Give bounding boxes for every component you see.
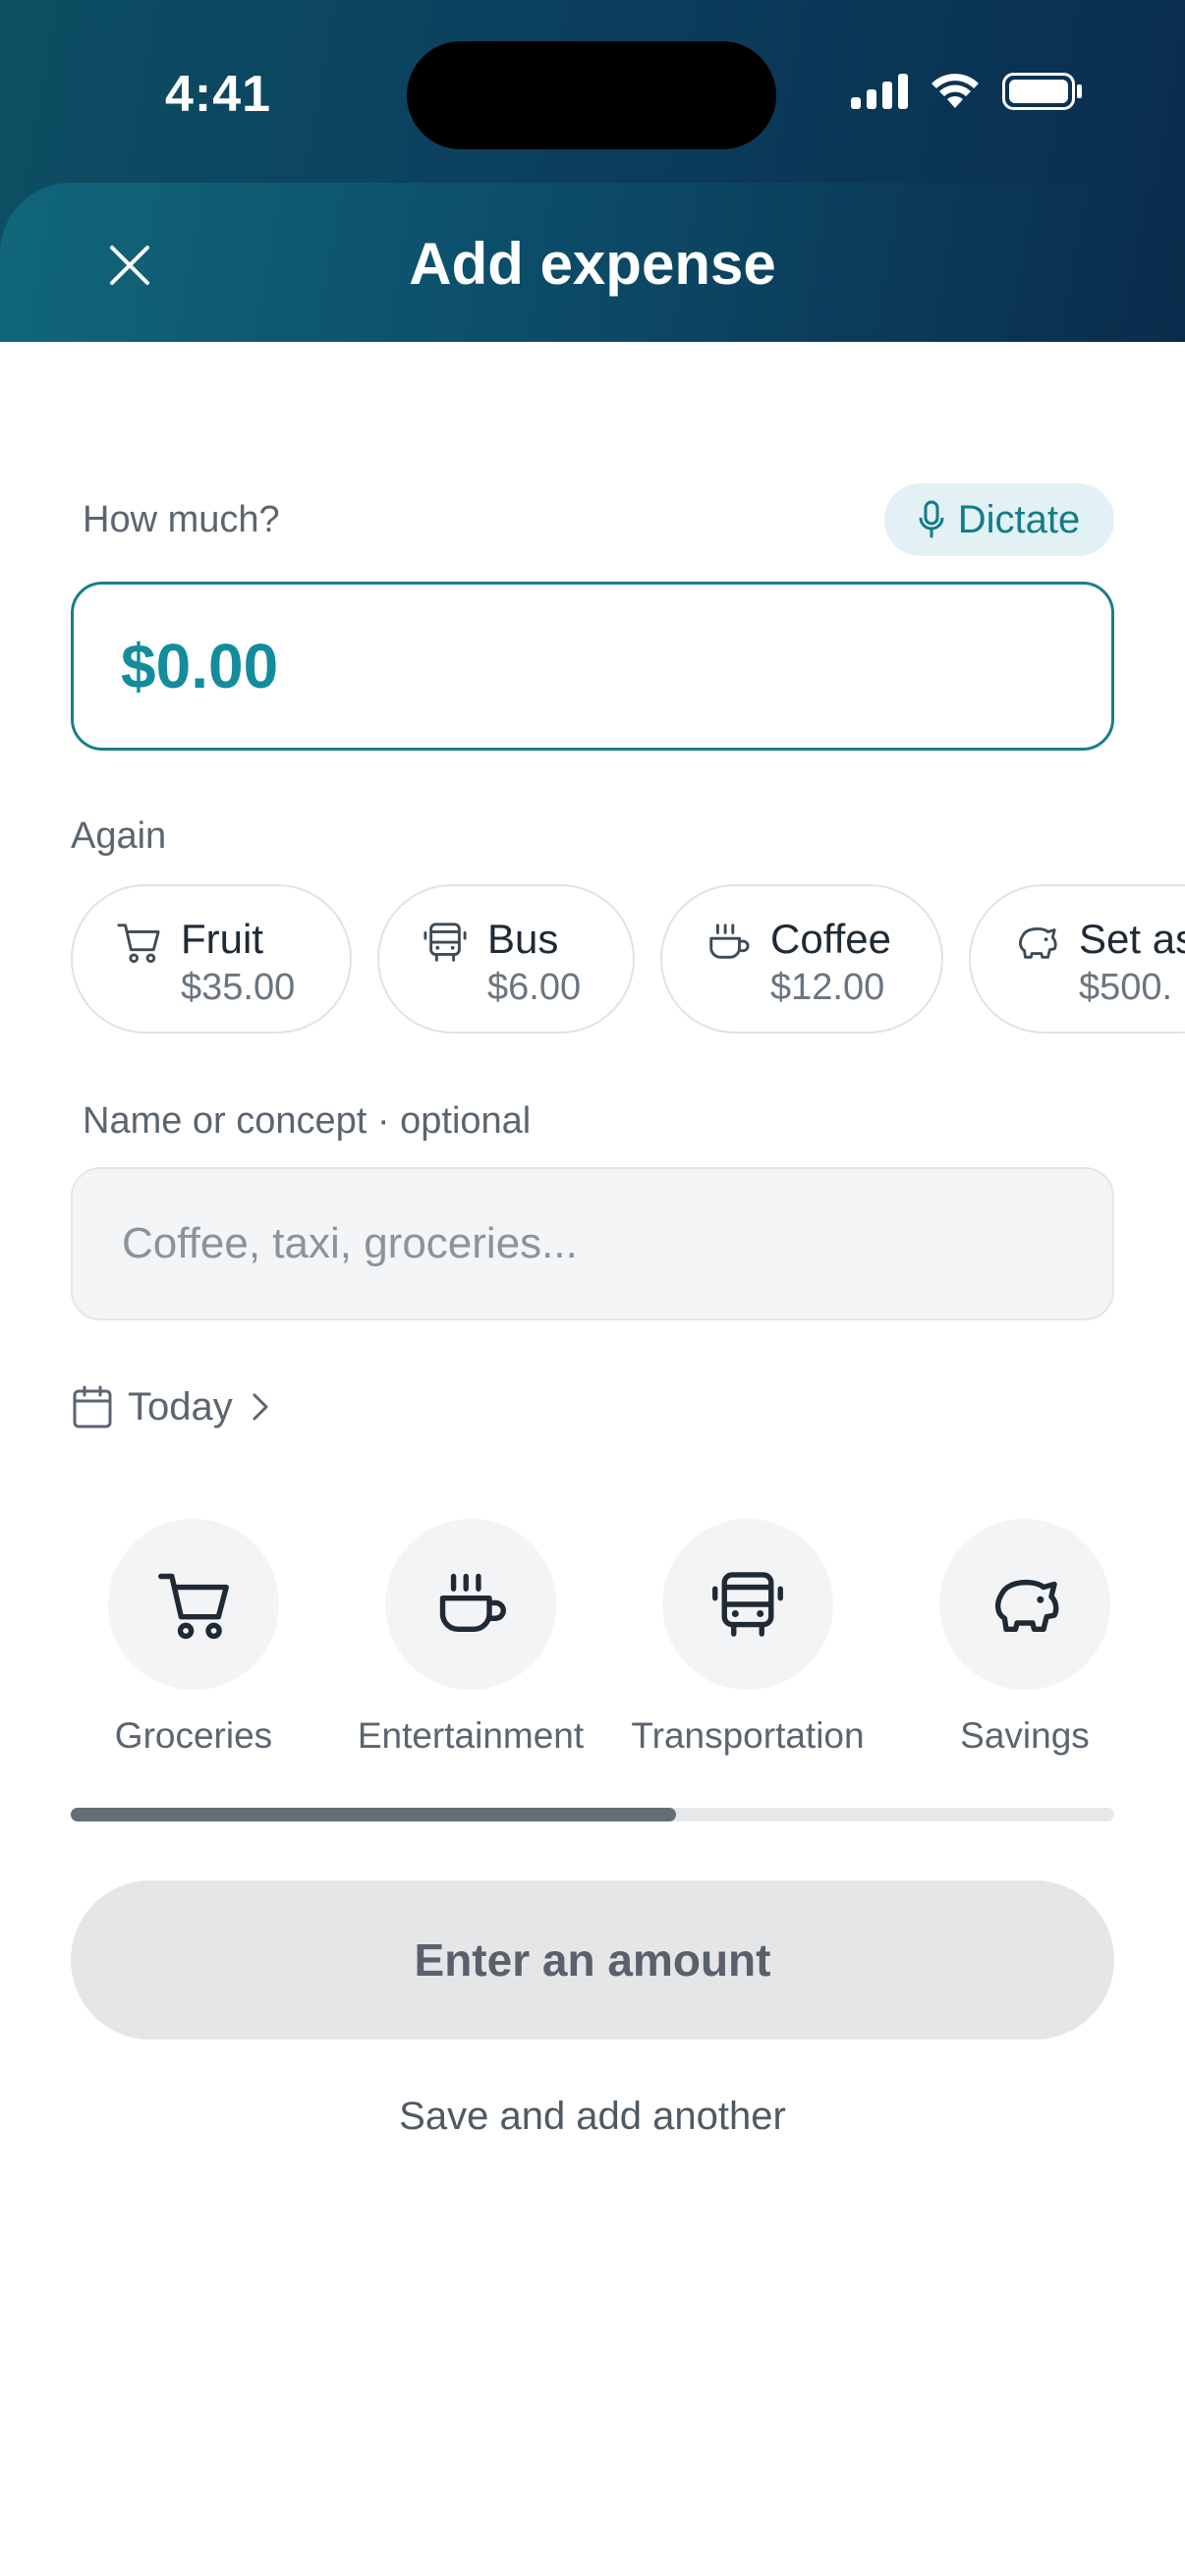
quick-chip-fruit[interactable]: Fruit $35.00 xyxy=(71,884,352,1034)
amount-label: How much? xyxy=(83,499,280,540)
calendar-icon xyxy=(73,1385,112,1428)
dictate-label: Dictate xyxy=(957,497,1081,541)
add-expense-screen: 4:41 Add expense How much? Dictate $0.00… xyxy=(0,0,1185,2576)
cart-icon xyxy=(117,924,160,964)
name-input[interactable]: Coffee, taxi, groceries... xyxy=(71,1167,1114,1320)
piggy-bank-icon xyxy=(1019,927,1057,959)
coffee-icon xyxy=(709,924,750,959)
name-label: Name or concept · optional xyxy=(83,1100,532,1142)
chip-amount: $500. xyxy=(1079,967,1173,1008)
microphone-icon xyxy=(919,500,944,538)
status-icons xyxy=(851,73,1083,110)
battery-icon xyxy=(1002,73,1082,110)
bus-icon xyxy=(712,1572,783,1637)
amount-input[interactable]: $0.00 xyxy=(71,582,1114,751)
date-label: Today xyxy=(128,1384,233,1428)
enter-amount-button[interactable]: Enter an amount xyxy=(71,1880,1114,2040)
piggy-bank-icon xyxy=(994,1579,1059,1633)
chip-name: Bus xyxy=(487,916,559,962)
category-label: Transportation xyxy=(631,1715,865,1756)
bus-icon xyxy=(423,923,467,962)
category-scrollbar[interactable] xyxy=(71,1808,1114,1821)
category-icon-circle xyxy=(662,1519,833,1690)
category-icon-circle xyxy=(108,1519,279,1690)
chip-name: Set as xyxy=(1079,916,1185,962)
chevron-right-icon xyxy=(253,1393,268,1421)
status-time: 4:41 xyxy=(165,66,272,123)
chip-amount: $6.00 xyxy=(487,967,582,1008)
category-label: Savings xyxy=(960,1715,1090,1756)
again-label: Again xyxy=(71,815,167,857)
dictate-button[interactable]: Dictate xyxy=(884,483,1114,556)
category-icon-circle xyxy=(939,1519,1110,1690)
category-icon-circle xyxy=(385,1519,556,1690)
wifi-icon xyxy=(931,74,979,108)
page-title: Add expense xyxy=(409,231,776,297)
chip-name: Coffee xyxy=(770,916,891,962)
signal-icon xyxy=(851,74,908,109)
category-label: Groceries xyxy=(114,1715,273,1756)
quick-chip-coffee[interactable]: Coffee $12.00 xyxy=(660,884,943,1034)
chip-amount: $12.00 xyxy=(770,967,885,1008)
dynamic-island xyxy=(407,41,776,149)
quick-chip-savings[interactable]: Set as $500. xyxy=(969,884,1185,1034)
date-selector[interactable]: Today xyxy=(73,1379,272,1434)
again-chips[interactable]: Fruit $35.00 Bus $6.00 Coffee $12.00 Set… xyxy=(71,884,1185,1036)
save-and-add-another-button[interactable]: Save and add another xyxy=(0,2095,1185,2139)
category-scrollbar-thumb[interactable] xyxy=(71,1808,676,1821)
chip-amount: $35.00 xyxy=(181,967,296,1008)
quick-chip-bus[interactable]: Bus $6.00 xyxy=(377,884,635,1034)
name-placeholder: Coffee, taxi, groceries... xyxy=(122,1219,578,1267)
chip-name: Fruit xyxy=(181,916,263,962)
cart-icon xyxy=(158,1573,229,1640)
amount-value: $0.00 xyxy=(121,631,279,701)
category-label: Entertainment xyxy=(357,1715,585,1756)
coffee-icon xyxy=(439,1573,506,1633)
